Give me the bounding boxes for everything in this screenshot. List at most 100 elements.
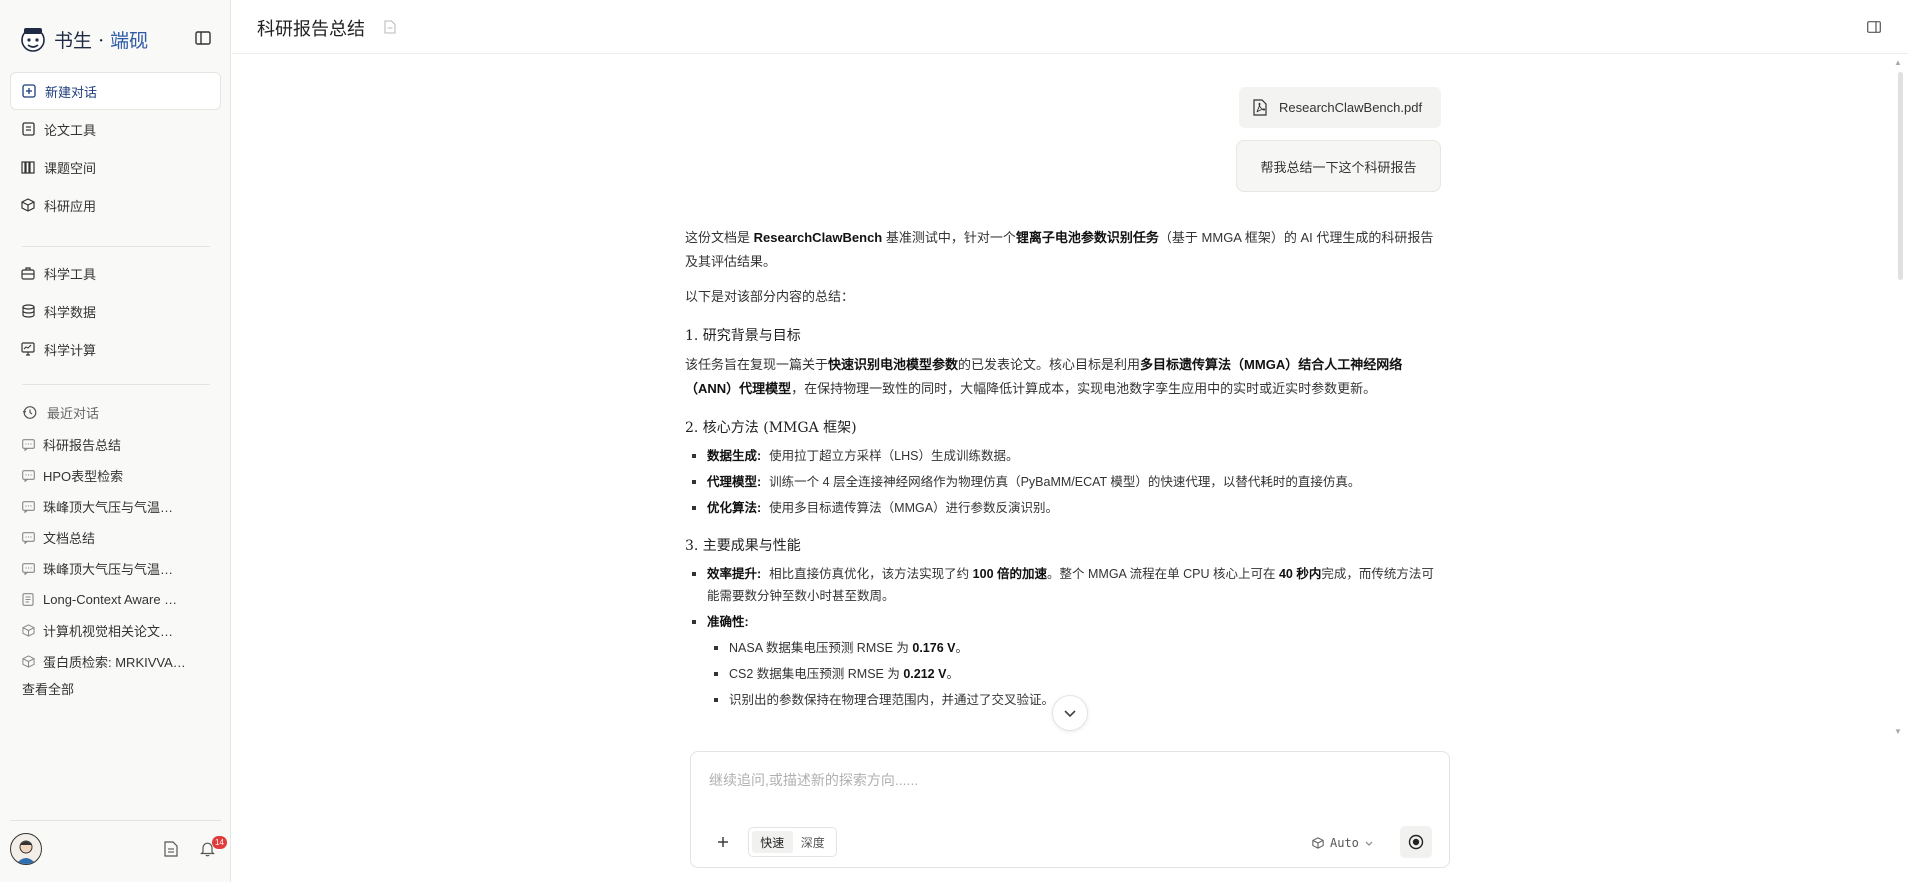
nav-label: 科研应用 [44,198,97,214]
books-icon [20,159,36,175]
nav-label: 科学计算 [44,342,97,358]
nav-label: 新建对话 [45,84,98,100]
cube-icon [20,197,36,213]
content-fade [680,735,1450,751]
sidebar: 书生 · 端砚 新建对话 论文工具 课题空间 科研应用 科学工具 科学数据 科学… [0,0,231,882]
cube-icon [22,655,36,669]
assistant-answer: 这份文档是 ResearchClawBench 基准测试中，针对一个锂离子电池参… [685,226,1441,715]
nav-divider [22,384,210,385]
nav-label: 课题空间 [44,160,97,176]
voice-record-button[interactable] [1400,826,1432,858]
add-attachment-button[interactable] [715,834,731,850]
chat-composer: 快速 深度 Auto [690,751,1450,868]
nav-label: 科学工具 [44,266,97,282]
panel-right-icon [1867,21,1881,33]
document-icon [22,593,36,607]
recent-chat-item[interactable]: 珠峰顶大气压与气温… [22,553,212,584]
nav-science-computing[interactable]: 科学计算 [10,330,221,368]
plus-icon [718,837,728,847]
model-select[interactable]: Auto [1312,834,1373,852]
user-message-bubble: 帮我总结一下这个科研报告 [1236,140,1441,192]
avatar[interactable] [10,833,42,865]
recent-chat-item[interactable]: 珠峰顶大气压与气温… [22,491,212,522]
scroll-up-arrow[interactable]: ▲ [1894,58,1902,67]
list-item: NASA 数据集电压预测 RMSE 为 0.176 V。 [707,637,1441,659]
chevron-down-icon [1365,841,1373,846]
section-paragraph: 该任务旨在复现一篇关于快速识别电池模型参数的已发表论文。核心目标是利用多目标遗传… [685,357,1403,396]
chat-icon [22,469,36,483]
scrollbar-thumb[interactable] [1898,72,1903,280]
chat-icon [22,500,36,514]
nav-paper-tools[interactable]: 论文工具 [10,110,221,148]
recent-chat-item[interactable]: Long-Context Aware … [22,584,212,615]
answer-intro: 这份文档是 ResearchClawBench 基准测试中，针对一个锂离子电池参… [685,230,1434,269]
database-icon [20,303,36,319]
recent-chat-item[interactable]: HPO表型检索 [22,460,212,491]
right-panel-toggle[interactable] [1865,18,1883,36]
chat-icon [22,531,36,545]
sidebar-bottom-divider [10,820,221,821]
nav-new-chat[interactable]: 新建对话 [10,72,221,110]
brand-name: 书生 · 端砚 [54,29,149,52]
plus-square-icon [21,83,37,99]
mode-deep-button[interactable]: 深度 [793,831,834,853]
nav-science-tools[interactable]: 科学工具 [10,254,221,292]
nav-project-space[interactable]: 课题空间 [10,148,221,186]
page-title: 科研报告总结 [257,19,365,40]
brand-logo[interactable]: 书生 · 端砚 [18,22,148,56]
scroll-to-bottom-button[interactable] [1052,695,1088,731]
recent-chat-item[interactable]: 蛋白质检索: MRKIVVA… [22,646,212,677]
list-item: 效率提升: 相比直接仿真优化，该方法实现了约 100 倍的加速。整个 MMGA 流… [685,563,1441,607]
section-heading: 2. 核心方法 (MMGA 框架) [685,420,857,436]
nav-label: 论文工具 [44,122,97,138]
section-heading: 1. 研究背景与目标 [685,328,801,344]
recent-heading: 最近对话 [22,402,99,422]
chat-icon [22,438,36,452]
answer-lead: 以下是对该部分内容的总结： [685,289,855,304]
chat-input[interactable] [709,770,1429,810]
chevron-down-icon [1064,709,1076,717]
pdf-icon [1253,99,1267,116]
nav-science-data[interactable]: 科学数据 [10,292,221,330]
list-item: 准确性: [685,611,1441,633]
cube-icon [1312,837,1324,849]
user-avatar-icon [16,840,36,864]
sidebar-panel-icon [195,31,211,45]
list-item: 优化算法: 使用多目标遗传算法（MMGA）进行参数反演识别。 [685,497,1441,519]
cube-icon [22,624,36,638]
primary-nav: 新建对话 论文工具 课题空间 科研应用 [10,72,221,224]
notification-badge: 14 [212,836,227,849]
results-list: 效率提升: 相比直接仿真优化，该方法实现了约 100 倍的加速。整个 MMGA 流… [685,563,1441,711]
chat-icon [22,562,36,576]
history-icon [22,405,37,420]
file-name: ResearchClawBench.pdf [1279,100,1423,115]
scholar-logo-icon [21,28,45,52]
file-icon [384,20,396,34]
topbar: 科研报告总结 [232,0,1908,54]
method-list: 数据生成: 使用拉丁超立方采样（LHS）生成训练数据。 代理模型: 训练一个 4 层… [685,445,1441,519]
record-icon [1408,834,1424,850]
scroll-down-arrow[interactable]: ▼ [1894,727,1902,736]
mode-fast-button[interactable]: 快速 [752,831,793,853]
docs-button[interactable] [161,839,181,859]
monitor-icon [20,341,36,357]
recent-chat-list: 科研报告总结 HPO表型检索 珠峰顶大气压与气温… 文档总结 珠峰顶大气压与气温… [22,429,212,677]
recent-chat-item[interactable]: 文档总结 [22,522,212,553]
nav-divider [22,246,210,247]
nav-label: 科学数据 [44,304,97,320]
section-heading: 3. 主要成果与性能 [685,538,801,554]
list-item: CS2 数据集电压预测 RMSE 为 0.212 V。 [707,663,1441,685]
recent-chat-item[interactable]: 科研报告总结 [22,429,212,460]
list-item: 数据生成: 使用拉丁超立方采样（LHS）生成训练数据。 [685,445,1441,467]
recent-chat-item[interactable]: 计算机视觉相关论文… [22,615,212,646]
document-icon [164,841,178,857]
document-icon [20,121,36,137]
list-item: 代理模型: 训练一个 4 层全连接神经网络作为物理仿真（PyBaMM/ECAT 模… [685,471,1441,493]
nav-research-apps[interactable]: 科研应用 [10,186,221,224]
export-doc-button[interactable] [382,18,398,36]
mode-toggle: 快速 深度 [748,827,837,857]
attached-file-chip[interactable]: ResearchClawBench.pdf [1239,87,1441,128]
secondary-nav: 科学工具 科学数据 科学计算 [10,254,221,368]
sidebar-toggle-button[interactable] [193,28,213,48]
view-all-link[interactable]: 查看全部 [22,679,74,698]
